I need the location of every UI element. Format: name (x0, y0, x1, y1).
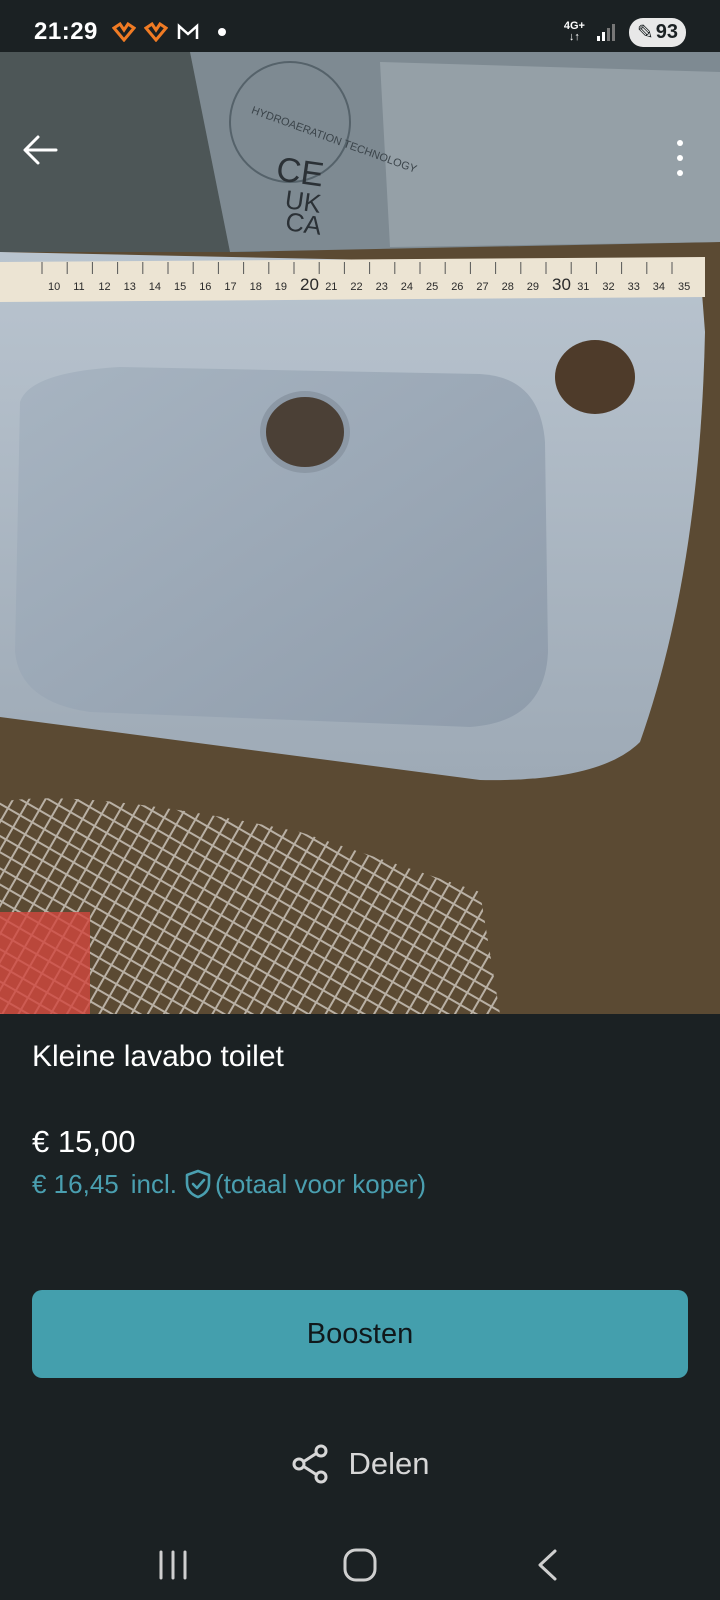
arrow-left-icon (23, 135, 58, 165)
total-price: € 16,45 (32, 1168, 119, 1199)
total-note: (totaal voor koper) (215, 1168, 426, 1199)
listing-photo: HYDROAERATION TECHNOLOGY CE UK CA 10 11 12… (0, 52, 720, 1014)
network-indicator: 4G+ ↓↑ (564, 21, 585, 43)
battery-saver-icon: ✎ (636, 21, 654, 44)
status-time: 21:29 (34, 18, 98, 45)
ruler-label: 21 (325, 281, 337, 293)
ruler-label: 14 (149, 281, 161, 293)
more-options-button[interactable] (666, 134, 694, 182)
recent-apps-icon (159, 1550, 187, 1580)
app-notification-icon (111, 22, 136, 42)
buyer-total-price[interactable]: € 16,45 incl. (totaal voor koper) (32, 1168, 426, 1200)
boost-button[interactable]: Boosten (32, 1290, 688, 1378)
system-back-button[interactable] (517, 1540, 577, 1590)
ruler-label: 33 (628, 281, 640, 293)
ruler-label: 31 (577, 281, 589, 293)
ruler-label: 25 (426, 281, 438, 293)
ruler-label: 28 (502, 281, 514, 293)
app-notification-icon (143, 22, 168, 42)
more-notifications-dot (217, 28, 226, 36)
ruler-label: 35 (678, 281, 690, 293)
ruler-label: 34 (653, 281, 665, 293)
drain-hole (260, 391, 350, 473)
listing-details: Kleine lavabo toilet € 15,00 € 16,45 inc… (32, 1040, 688, 1199)
more-dot (677, 140, 683, 146)
ruler-label: 17 (224, 281, 236, 293)
home-button[interactable] (330, 1540, 390, 1590)
tap-hole (555, 340, 635, 414)
listing-price: € 15,00 (32, 1124, 136, 1159)
home-icon (343, 1548, 377, 1582)
box-text-ca: CA (284, 206, 325, 241)
measuring-ruler: 10 11 12 13 14 15 16 17 18 19 20 21 22 23 24 25 26 27 28 29… (0, 257, 705, 302)
ruler-label: 16 (199, 281, 211, 293)
incl-label: incl. (130, 1168, 177, 1199)
listing-title: Kleine lavabo toilet (32, 1040, 284, 1073)
signal-icon (596, 24, 615, 41)
system-navigation-bar (0, 1530, 720, 1600)
notification-icons (111, 22, 226, 42)
ruler-label: 10 (48, 281, 60, 293)
data-arrows-icon: ↓↑ (568, 31, 580, 43)
packaging-label (0, 912, 90, 1014)
ruler-label: 26 (451, 281, 463, 293)
ruler-label: 19 (275, 281, 287, 293)
listing-photo-carousel[interactable]: HYDROAERATION TECHNOLOGY CE UK CA 10 11 12… (0, 52, 720, 1014)
ruler-label: 12 (98, 281, 110, 293)
chevron-left-icon (538, 1549, 557, 1581)
ruler-label: 30 (552, 275, 571, 294)
share-button[interactable]: Delen (0, 1444, 720, 1484)
share-icon (292, 1444, 327, 1484)
ruler-label: 24 (401, 281, 413, 293)
ruler-label: 15 (174, 281, 186, 293)
back-button[interactable] (22, 134, 66, 178)
ruler-label: 18 (250, 281, 262, 293)
share-label: Delen (348, 1446, 430, 1481)
ruler-label: 23 (376, 281, 388, 293)
shield-check-icon (185, 1169, 211, 1199)
gmail-icon (177, 23, 199, 39)
battery-indicator: ✎ 93 (628, 17, 686, 47)
battery-level: 93 (655, 20, 678, 43)
ruler-label: 20 (300, 275, 319, 294)
ruler-label: 13 (124, 281, 136, 293)
ruler-label: 27 (476, 281, 488, 293)
more-dot (677, 155, 683, 161)
ruler-label: 11 (73, 281, 84, 293)
ruler-label: 22 (350, 281, 362, 293)
recent-apps-button[interactable] (143, 1540, 203, 1590)
more-dot (677, 170, 683, 176)
ruler-label: 32 (602, 281, 614, 293)
ruler-label: 29 (527, 281, 539, 293)
